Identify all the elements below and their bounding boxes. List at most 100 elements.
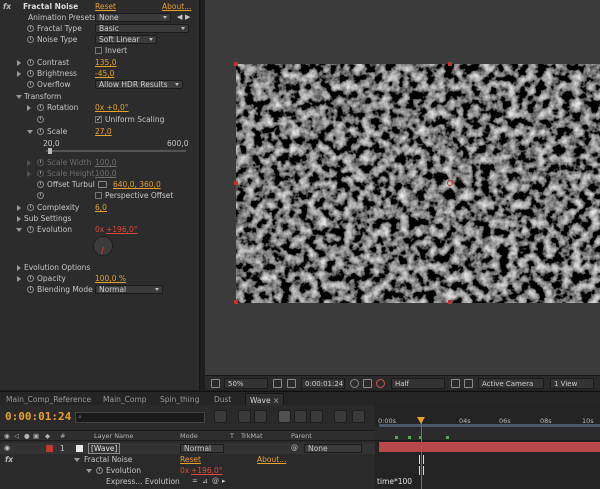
uniform-scaling-checkbox[interactable]: [95, 114, 102, 125]
brainstorm-icon[interactable]: [334, 410, 347, 423]
transform-row[interactable]: Transform: [0, 91, 199, 102]
fx-icon[interactable]: fx: [5, 454, 13, 465]
scale-slider-thumb[interactable]: [47, 148, 52, 154]
layer-duration-bar[interactable]: [379, 442, 600, 452]
region-of-interest-icon[interactable]: [451, 379, 460, 388]
zoom-dropdown[interactable]: 50%: [224, 378, 268, 389]
preset-next-icon[interactable]: ▶: [185, 12, 190, 23]
fractal-noise-canvas[interactable]: [236, 64, 600, 303]
expand-icon[interactable]: [17, 265, 21, 271]
stopwatch-icon[interactable]: [27, 226, 34, 233]
stopwatch-icon[interactable]: [37, 116, 44, 123]
timeline-graph[interactable]: 0:00s 04s 06s 08s 10s time*100: [375, 405, 600, 489]
scale-slider-track[interactable]: [46, 150, 186, 152]
graph-editor-icon[interactable]: [352, 410, 365, 423]
label-color-swatch[interactable]: [46, 445, 53, 452]
stopwatch-icon[interactable]: [27, 59, 34, 66]
shy-layers-icon[interactable]: [278, 410, 291, 423]
timeline-timecode[interactable]: 0:00:01:24: [5, 410, 71, 423]
stopwatch-icon[interactable]: [37, 192, 44, 199]
evolution-revolutions[interactable]: 0x: [180, 465, 189, 476]
viewer-timecode[interactable]: 0:00:01:24: [301, 378, 345, 389]
collapse-icon[interactable]: [16, 228, 22, 232]
evolution-options-row[interactable]: Evolution Options: [0, 262, 199, 273]
evolution-value[interactable]: +196,0°: [106, 224, 138, 235]
current-time-indicator-head[interactable]: [417, 417, 425, 424]
stopwatch-icon[interactable]: [37, 128, 44, 135]
collapse-icon[interactable]: [86, 469, 92, 473]
effect-about-link[interactable]: About...: [257, 454, 286, 465]
expression-language-icon[interactable]: ▸: [222, 476, 226, 487]
column-parent[interactable]: Parent: [291, 432, 312, 440]
motion-blur-icon[interactable]: [310, 410, 323, 423]
opacity-value[interactable]: 100,0 %: [95, 273, 126, 284]
fractal-type-dropdown[interactable]: Basic: [95, 24, 189, 33]
stopwatch-icon[interactable]: [27, 204, 34, 211]
perspective-offset-checkbox[interactable]: [95, 192, 102, 199]
collapse-icon[interactable]: [16, 95, 22, 99]
overflow-dropdown[interactable]: Allow HDR Results: [95, 80, 183, 89]
collapse-icon[interactable]: [27, 130, 33, 134]
layer-handle[interactable]: [448, 62, 452, 66]
collapse-icon[interactable]: [74, 458, 80, 462]
mask-visibility-icon[interactable]: [287, 379, 296, 388]
expression-text[interactable]: time*100: [377, 477, 412, 486]
show-snapshot-icon[interactable]: [363, 379, 372, 388]
time-ruler[interactable]: [375, 427, 600, 441]
stopwatch-icon[interactable]: [37, 181, 44, 188]
layer-name[interactable]: [Wave]: [88, 443, 121, 454]
parent-dropdown[interactable]: None: [304, 444, 362, 453]
expand-icon[interactable]: [17, 276, 21, 282]
stopwatch-icon[interactable]: [27, 286, 34, 293]
stopwatch-icon[interactable]: [27, 70, 34, 77]
layer-handle[interactable]: [234, 300, 238, 304]
expand-icon[interactable]: [27, 105, 31, 111]
expression-enable-icon[interactable]: =: [192, 476, 198, 487]
anchor-point-icon[interactable]: [447, 180, 453, 186]
stopwatch-icon[interactable]: [27, 25, 34, 32]
expand-icon[interactable]: [17, 60, 21, 66]
effect-reset-link[interactable]: Reset: [180, 454, 201, 465]
draft-3d-icon[interactable]: [254, 410, 267, 423]
stopwatch-icon[interactable]: [27, 81, 34, 88]
layer-search-input[interactable]: ⌕: [75, 412, 205, 423]
comp-mini-flowchart-icon[interactable]: [214, 410, 227, 423]
layer-mode-dropdown[interactable]: Normal: [180, 444, 224, 453]
expand-icon[interactable]: [17, 205, 21, 211]
layer-row[interactable]: ◉ 1 [Wave] Normal @ None: [0, 443, 375, 454]
frame-blending-icon[interactable]: [294, 410, 307, 423]
expression-pickwhip-icon[interactable]: @: [212, 476, 219, 487]
invert-checkbox[interactable]: [95, 47, 102, 54]
transparency-grid-icon[interactable]: [464, 379, 473, 388]
effect-header-row[interactable]: fx Fractal Noise Reset About...: [0, 1, 199, 12]
expand-icon[interactable]: [17, 71, 21, 77]
column-mode[interactable]: Mode: [180, 432, 198, 440]
fx-icon[interactable]: fx: [3, 1, 11, 12]
evolution-dial[interactable]: [93, 236, 113, 256]
layer-handle[interactable]: [234, 62, 238, 66]
close-icon[interactable]: ×: [273, 396, 279, 405]
about-link[interactable]: About...: [162, 1, 191, 12]
sub-settings-row[interactable]: Sub Settings: [0, 213, 199, 224]
column-layer-name[interactable]: Layer Name: [94, 432, 133, 440]
stopwatch-icon[interactable]: [27, 36, 34, 43]
always-preview-icon[interactable]: [211, 379, 220, 388]
stopwatch-icon[interactable]: [27, 275, 34, 282]
layer-handle[interactable]: [234, 181, 238, 185]
contrast-value[interactable]: 135,0: [95, 57, 116, 68]
reset-link[interactable]: Reset: [95, 1, 116, 12]
live-update-icon[interactable]: [238, 410, 251, 423]
evolution-property-value[interactable]: +196,0°: [191, 465, 223, 476]
noise-type-dropdown[interactable]: Soft Linear: [95, 35, 157, 44]
snapshot-icon[interactable]: [350, 379, 359, 388]
layer-handle[interactable]: [448, 300, 452, 304]
offset-turbulence-value[interactable]: 640,0, 360,0: [113, 179, 161, 190]
camera-dropdown[interactable]: Active Camera: [478, 378, 544, 389]
expand-icon[interactable]: [17, 216, 21, 222]
channel-icon[interactable]: [376, 379, 385, 388]
composition-viewer[interactable]: [205, 0, 600, 375]
pickwhip-icon[interactable]: @: [291, 443, 298, 454]
expression-graph-icon[interactable]: ⊿: [202, 476, 208, 487]
visibility-eye-icon[interactable]: ◉: [4, 443, 10, 454]
view-layout-dropdown[interactable]: 1 View: [550, 378, 594, 389]
